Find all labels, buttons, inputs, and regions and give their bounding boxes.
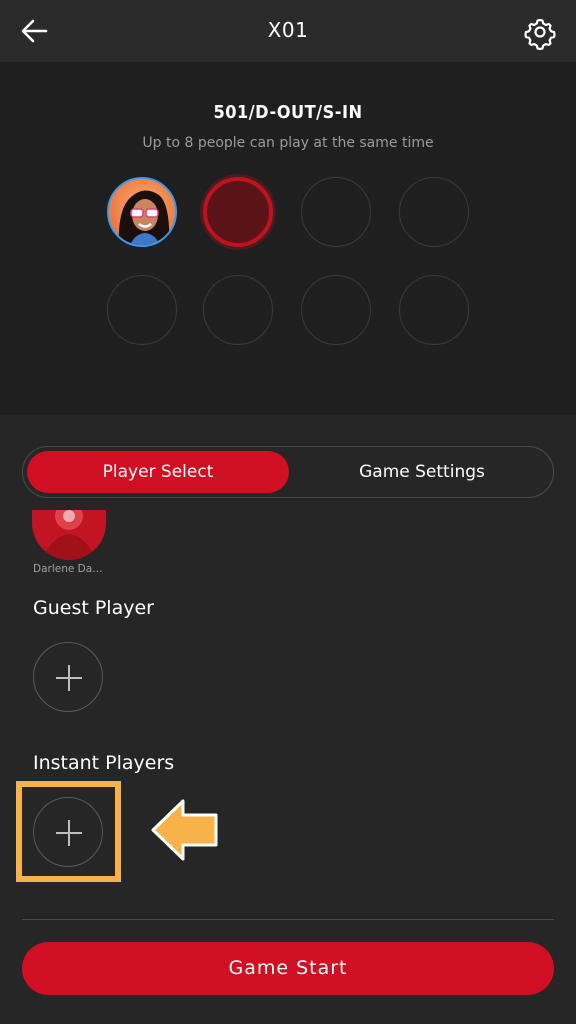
player-slot-4[interactable] — [399, 177, 469, 247]
arrow-left-pointer-icon — [151, 799, 218, 861]
tab-player-select[interactable]: Player Select — [27, 451, 289, 493]
tab-switcher: Player Select Game Settings — [22, 446, 554, 498]
tab-game-settings[interactable]: Game Settings — [295, 451, 549, 493]
plus-icon — [56, 665, 82, 691]
player-name-label: Darlene Da… — [33, 563, 103, 575]
player-slot-1[interactable] — [107, 177, 177, 247]
divider — [22, 919, 554, 920]
player-slot-7[interactable] — [301, 275, 371, 345]
page-title: X01 — [267, 18, 309, 42]
player-slot-2[interactable] — [203, 177, 273, 247]
top-bar: X01 — [0, 0, 576, 62]
player-avatar — [32, 510, 106, 560]
highlight-box — [16, 781, 121, 882]
player-slot-8[interactable] — [399, 275, 469, 345]
settings-button[interactable] — [522, 14, 558, 51]
player-slot-3[interactable] — [301, 177, 371, 247]
player-lineup-panel: 501/D-OUT/S-IN Up to 8 people can play a… — [0, 62, 576, 415]
player-slot-5[interactable] — [107, 275, 177, 345]
player-slot-6[interactable] — [203, 275, 273, 345]
instant-players-heading: Instant Players — [33, 752, 175, 774]
player-count-hint: Up to 8 people can play at the same time — [142, 135, 434, 151]
guest-player-heading: Guest Player — [33, 597, 154, 619]
add-guest-player-button[interactable] — [33, 642, 103, 712]
player-avatar-darlene[interactable] — [32, 510, 106, 560]
game-mode-title: 501/D-OUT/S-IN — [213, 102, 363, 123]
player-avatar — [109, 179, 175, 245]
gear-icon — [524, 18, 556, 51]
game-start-button[interactable]: Game Start — [22, 942, 554, 995]
